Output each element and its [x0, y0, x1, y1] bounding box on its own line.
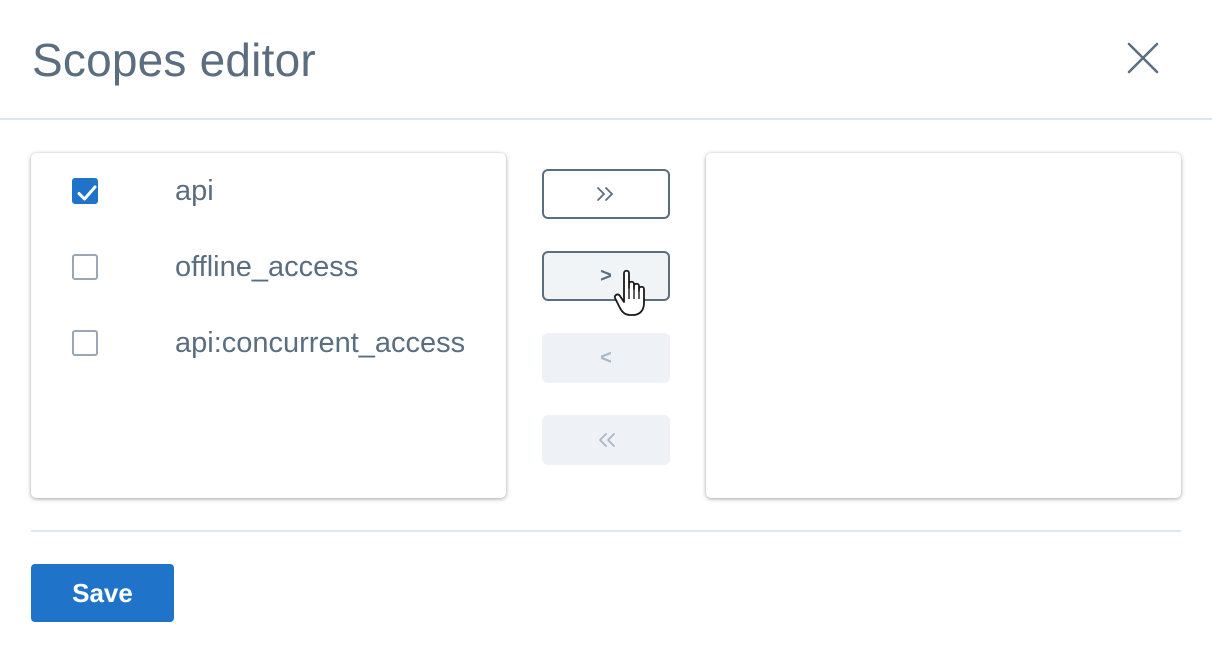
move-right-label: >: [600, 264, 612, 287]
checkmark-icon: [77, 185, 97, 201]
double-chevron-left-icon: [599, 433, 615, 447]
move-left-button[interactable]: <: [542, 333, 670, 383]
move-right-button[interactable]: >: [542, 251, 670, 301]
scope-checkbox-api[interactable]: [72, 178, 98, 204]
close-button[interactable]: [1120, 36, 1164, 80]
scope-checkbox-offline-access[interactable]: [72, 254, 98, 280]
save-button[interactable]: Save: [31, 564, 174, 622]
scope-checkbox-api-concurrent-access[interactable]: [72, 330, 98, 356]
move-all-right-button[interactable]: [542, 169, 670, 219]
dialog-header: Scopes editor: [0, 0, 1212, 120]
scope-item-offline-access[interactable]: offline_access: [31, 245, 506, 293]
scope-item-api-concurrent-access[interactable]: api:concurrent_access: [31, 321, 506, 369]
move-all-left-button[interactable]: [542, 415, 670, 465]
double-chevron-right-icon: [597, 187, 613, 201]
available-scopes-panel: api offline_access api:concurrent_access: [31, 153, 506, 498]
scope-label: api: [175, 175, 214, 207]
selected-scopes-panel: [706, 153, 1181, 498]
footer-divider: [31, 530, 1181, 532]
scope-label: offline_access: [175, 251, 359, 283]
scope-label: api:concurrent_access: [175, 327, 466, 359]
save-button-label: Save: [72, 577, 133, 608]
close-icon: [1127, 42, 1159, 74]
dialog-title: Scopes editor: [32, 34, 316, 86]
move-left-label: <: [600, 346, 612, 369]
scope-item-api[interactable]: api: [31, 169, 506, 217]
